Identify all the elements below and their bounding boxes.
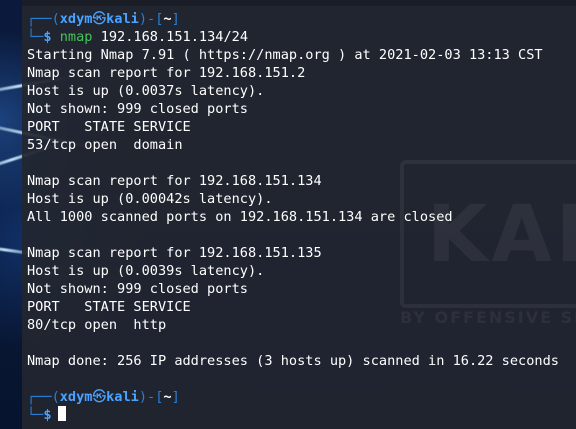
prompt-host: kali [106,389,139,405]
text-cursor[interactable] [57,406,66,421]
command-args: 192.168.151.134/24 [100,29,249,45]
prompt-at-symbol: ㉿ [92,11,107,27]
host1-status: Host is up (0.0037s latency). [27,83,265,99]
prompt-bracket-close: ] [171,389,180,405]
prompt-user: xdym [59,11,93,27]
scan-done: Nmap done: 256 IP addresses (3 hosts up)… [27,353,559,369]
prompt-paren-close: )-[ [138,11,164,27]
prompt-paren-close: )-[ [138,389,164,405]
command-name: nmap [59,29,93,45]
host3-port-row: 80/tcp open http [27,317,167,333]
prompt-host: kali [106,11,139,27]
terminal-window[interactable]: KALI BY OFFENSIVE SECURITY ┌──(xdym㉿kali… [22,0,576,429]
prompt-dollar: $ [43,407,52,423]
prompt-user: xdym [59,389,93,405]
host1-port-header: PORT STATE SERVICE [27,119,191,135]
prompt-line-top-2: ┌──(xdym㉿kali)-[~] [27,388,576,406]
host1-report: Nmap scan report for 192.168.151.2 [27,65,306,81]
prompt-paren-open: ( [51,11,60,27]
prompt-corner-top: ┌── [27,11,52,27]
prompt-line-top: ┌──(xdym㉿kali)-[~] [27,10,576,28]
host3-report: Nmap scan report for 192.168.151.135 [27,245,322,261]
prompt-corner-bottom: └─ [27,407,44,423]
prompt-dollar: $ [43,29,52,45]
command-line-input[interactable]: └─$ [27,406,576,424]
host2-report: Nmap scan report for 192.168.151.134 [27,173,322,189]
prompt-corner-bottom: └─ [27,29,44,45]
host1-not-shown: Not shown: 999 closed ports [27,101,248,117]
prompt-at-symbol: ㉿ [92,389,107,405]
host2-status: Host is up (0.00042s latency). [27,191,273,207]
prompt-corner-top: ┌── [27,389,52,405]
host3-port-header: PORT STATE SERVICE [27,299,191,315]
host2-all-closed: All 1000 scanned ports on 192.168.151.13… [27,209,453,225]
command-line: └─$ nmap 192.168.151.134/24 [27,28,576,46]
host1-port-row: 53/tcp open domain [27,137,183,153]
host3-status: Host is up (0.0039s latency). [27,263,265,279]
terminal-output[interactable]: ┌──(xdym㉿kali)-[~] └─$ nmap 192.168.151.… [27,10,576,424]
output-start: Starting Nmap 7.91 ( https://nmap.org ) … [27,47,543,63]
host3-not-shown: Not shown: 999 closed ports [27,281,248,297]
prompt-bracket-close: ] [171,11,180,27]
prompt-directory: ~ [163,389,172,405]
prompt-paren-open: ( [51,389,60,405]
prompt-directory: ~ [163,11,172,27]
terminal-top-edge [22,0,576,6]
